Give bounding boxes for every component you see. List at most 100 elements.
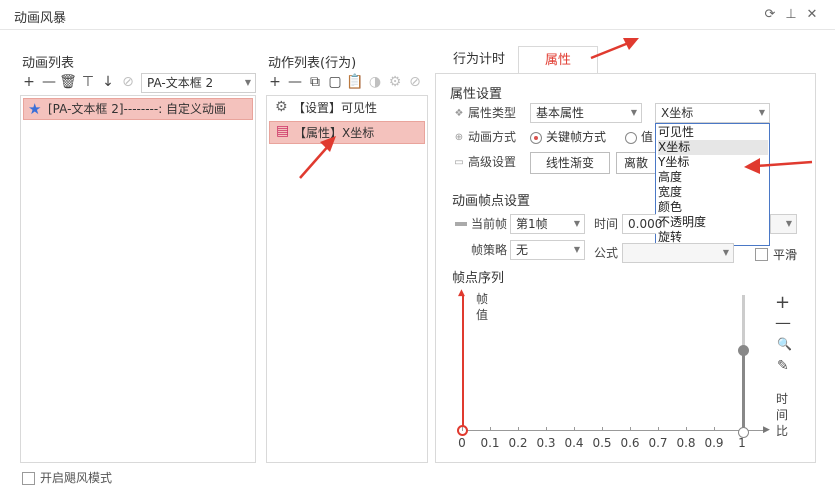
annotation-arrow xyxy=(299,136,336,179)
current-frame-value: 第1帧 xyxy=(516,217,548,231)
x-tick-mark xyxy=(714,427,715,431)
x-tick-mark xyxy=(546,427,547,431)
action-item-label: 【设置】可见性 xyxy=(293,101,378,115)
value-radio[interactable] xyxy=(625,132,637,144)
advanced-label: 高级设置 xyxy=(468,155,517,169)
time-spinner[interactable]: ▼ xyxy=(770,214,797,234)
property-dropdown-list: 可见性 X坐标 Y坐标 高度 宽度 颜色 不透明度 旋转 xyxy=(655,123,770,246)
refresh-icon[interactable]: ⟳ xyxy=(762,7,778,23)
x-tick-mark xyxy=(630,427,631,431)
paste-icon[interactable]: 📋 xyxy=(346,73,364,91)
x-tick-label: 0.9 xyxy=(704,436,724,450)
window-title: 动画风暴 xyxy=(14,11,67,26)
gale-mode-checkbox[interactable] xyxy=(22,472,35,485)
x-tick-label: 0.6 xyxy=(620,436,640,450)
side-label-3: 比 xyxy=(776,424,789,438)
y-axis xyxy=(462,296,464,431)
y-axis-arrow-icon: ▲ xyxy=(458,288,465,298)
search-icon[interactable]: 🔍 xyxy=(777,337,792,351)
dropdown-option[interactable]: 宽度 xyxy=(658,185,768,200)
slider-thumb[interactable] xyxy=(738,344,749,356)
pencil-icon[interactable]: ✎ xyxy=(777,358,789,374)
time-label: 时间 xyxy=(594,217,619,231)
add-icon[interactable]: + xyxy=(20,73,38,91)
chevron-down-icon: ▼ xyxy=(573,219,580,228)
annotation-arrow xyxy=(590,38,639,60)
discrete-button[interactable]: 离散 xyxy=(616,152,656,174)
dropdown-option[interactable]: 可见性 xyxy=(658,125,768,140)
dropdown-option[interactable]: 颜色 xyxy=(658,200,768,215)
x-tick-label: 0.8 xyxy=(676,436,696,450)
gale-mode-label: 开启飓风模式 xyxy=(40,471,113,485)
strategy-combo[interactable]: 无 ▼ xyxy=(510,240,585,260)
x-tick-label: 0.1 xyxy=(480,436,500,450)
keyframe-option-label: 关键帧方式 xyxy=(546,130,607,144)
group-icon: ⚙ xyxy=(388,74,402,90)
x-tick-label: 0.5 xyxy=(592,436,612,450)
smooth-checkbox[interactable] xyxy=(755,248,768,261)
x-axis xyxy=(462,430,767,431)
sequence-heading: 帧点序列 xyxy=(452,271,505,286)
type-combo-value: 基本属性 xyxy=(536,106,585,120)
formula-combo[interactable]: ▼ xyxy=(622,243,734,263)
property-combo[interactable]: X坐标 ▼ xyxy=(655,103,770,123)
smooth-label: 平滑 xyxy=(773,248,798,262)
keyframes-heading: 动画帧点设置 xyxy=(452,194,531,209)
keyframe-radio[interactable] xyxy=(530,132,542,144)
y-label-2: 值 xyxy=(476,308,489,322)
remove-action-icon[interactable]: — xyxy=(286,73,304,91)
target-combo[interactable]: PA-文本框 2 ▼ xyxy=(141,73,256,93)
list-item[interactable]: ★ [PA-文本框 2]--------: 自定义动画 xyxy=(23,98,253,120)
time-input[interactable]: 0.000 xyxy=(622,214,662,234)
annotation-arrow xyxy=(744,158,813,174)
x-tick-mark xyxy=(686,427,687,431)
remove-icon[interactable]: — xyxy=(40,73,58,91)
chevron-down-icon: ▼ xyxy=(573,245,580,254)
type-label: 属性类型 xyxy=(468,106,517,120)
star-icon: ★ xyxy=(28,100,42,118)
add-action-icon[interactable]: + xyxy=(266,73,284,91)
anim-mode-label: 动画方式 xyxy=(468,130,517,144)
value-option-label: 值 xyxy=(641,130,654,144)
time-value: 0.000 xyxy=(628,217,663,231)
slider-end xyxy=(738,427,749,438)
move-top-icon[interactable]: ⊤ xyxy=(79,73,97,91)
x-tick-mark xyxy=(602,427,603,431)
strategy-label: 帧策略 xyxy=(471,243,508,257)
list-item[interactable]: ⚙ 【设置】可见性 xyxy=(269,98,425,120)
pin-icon[interactable]: ⊥ xyxy=(783,7,799,23)
linear-button[interactable]: 线性渐变 xyxy=(530,152,610,174)
calendar-icon: ▭ xyxy=(454,157,464,168)
dropdown-option[interactable]: 不透明度 xyxy=(658,215,768,230)
link-icon: ⊘ xyxy=(122,74,134,90)
x-tick-mark xyxy=(518,427,519,431)
x-tick-label: 0 xyxy=(458,436,466,450)
zoom-in-icon[interactable]: + xyxy=(775,292,790,313)
x-tick-mark xyxy=(462,427,463,431)
copy-icon[interactable]: ⧉ xyxy=(306,73,324,91)
delete-icon[interactable]: 🗑 xyxy=(59,73,77,91)
target-combo-value: PA-文本框 2 xyxy=(147,76,214,90)
cut-icon[interactable]: ▢ xyxy=(326,73,344,91)
move-down-icon[interactable]: ↓ xyxy=(99,73,117,91)
type-combo[interactable]: 基本属性 ▼ xyxy=(530,103,642,123)
diamond-icon: ❖ xyxy=(454,108,464,119)
close-icon[interactable]: ✕ xyxy=(804,7,820,23)
tab-timer[interactable]: 行为计时 xyxy=(440,46,518,74)
chevron-down-icon: ▼ xyxy=(758,108,765,117)
x-tick-label: 0.3 xyxy=(536,436,556,450)
props-heading: 属性设置 xyxy=(450,87,503,102)
x-axis-arrow-icon: ▶ xyxy=(763,425,770,435)
chevron-down-icon: ▼ xyxy=(630,108,637,117)
bar-icon xyxy=(455,222,467,226)
animation-list-heading: 动画列表 xyxy=(22,56,75,71)
x-tick-mark xyxy=(574,427,575,431)
strategy-value: 无 xyxy=(516,243,529,257)
zoom-out-icon[interactable]: — xyxy=(775,313,791,332)
title-bar: 动画风暴 ⟳ ⊥ ✕ xyxy=(0,0,835,30)
action-list-heading: 动作列表(行为) xyxy=(268,56,357,71)
current-frame-combo[interactable]: 第1帧 ▼ xyxy=(510,214,585,234)
chevron-down-icon: ▼ xyxy=(722,248,729,257)
current-frame-label: 当前帧 xyxy=(471,217,508,231)
split-icon: ◑ xyxy=(368,74,382,90)
